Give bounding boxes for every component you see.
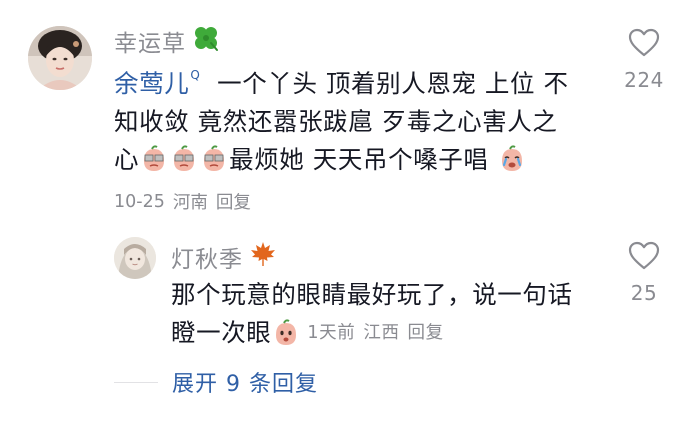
reply-username[interactable]: 灯秋季 [171, 240, 277, 274]
comment-text: 一个丫头 顶着别人恩宠 上位 不 [217, 69, 569, 99]
like-button[interactable]: 224 [614, 28, 674, 92]
four-leaf-clover-icon [192, 24, 220, 58]
glasses-peach-sticker [170, 145, 198, 173]
comment-text: 瞪一次眼 [171, 318, 272, 347]
comment-location: 河南 [172, 193, 208, 213]
comment-location: 江西 [363, 323, 400, 343]
maple-leaf-icon [249, 240, 277, 274]
reply-button[interactable]: 回复 [408, 314, 444, 352]
comment-text: 那个玩意的眼睛最好玩了，说一句话 [171, 280, 573, 309]
reply-button[interactable]: 回复 [216, 189, 251, 214]
like-count: 25 [630, 281, 658, 305]
comment-line: 知收敛 竟然还嚣张跋扈 歹毒之心害人之 [114, 103, 594, 141]
comment-date: 10-25 [114, 191, 165, 212]
comment-meta: 10-25 河南 回复 [114, 189, 251, 214]
comment-text: 知收敛 竟然还嚣张跋扈 歹毒之心害人之 [114, 107, 558, 137]
comment-line: 余莺儿Q 一个丫头 顶着别人恩宠 上位 不 [114, 60, 594, 103]
mention-link[interactable]: 余莺儿Q [114, 68, 201, 99]
glasses-peach-sticker [200, 145, 228, 173]
expand-replies-label: 展开 9 条回复 [172, 372, 318, 397]
divider-line [114, 381, 158, 383]
expand-replies-button[interactable]: 展开 9 条回复 [172, 366, 318, 398]
like-button[interactable]: 25 [614, 241, 674, 305]
username-text: 幸运草 [114, 31, 186, 57]
glasses-peach-sticker [140, 145, 168, 173]
comment-text: 最烦她 天天吊个嗓子唱 [229, 145, 489, 175]
mention-mark: Q [190, 68, 201, 82]
reply-meta: 1天前 江西 回复 [307, 314, 443, 352]
peach-sticker [272, 319, 300, 347]
heart-icon [628, 241, 660, 275]
comment-line: 那个玩意的眼睛最好玩了，说一句话 [171, 276, 591, 314]
avatar[interactable] [28, 26, 92, 90]
heart-icon [628, 28, 660, 62]
reply-body: 那个玩意的眼睛最好玩了，说一句话 瞪一次眼 1天前 江西 回复 [171, 276, 591, 352]
mention-name: 余莺儿 [114, 69, 190, 99]
comment-date: 1天前 [307, 323, 356, 343]
like-count: 224 [624, 68, 664, 92]
expand-replies-row: 展开 9 条回复 [114, 366, 318, 398]
username-text: 灯秋季 [171, 247, 243, 273]
comment-username[interactable]: 幸运草 [114, 24, 220, 58]
crying-peach-sticker [498, 145, 526, 173]
comment-body: 余莺儿Q 一个丫头 顶着别人恩宠 上位 不 知收敛 竟然还嚣张跋扈 歹毒之心害人… [114, 60, 594, 179]
avatar[interactable] [114, 237, 156, 279]
comment-line: 心 最烦她 天天吊个嗓子唱 [114, 141, 594, 179]
comment-line: 瞪一次眼 1天前 江西 回复 [171, 314, 591, 352]
comment-text: 心 [114, 145, 140, 175]
